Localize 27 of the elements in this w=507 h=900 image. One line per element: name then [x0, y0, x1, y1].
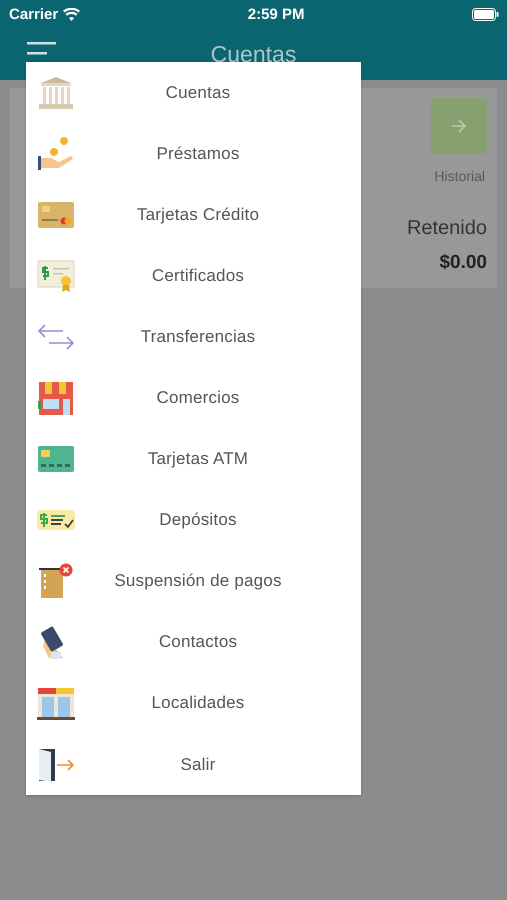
card-with-x-icon — [37, 563, 75, 600]
door-arrow-icon — [37, 746, 75, 783]
building-front-icon — [37, 685, 75, 722]
carrier-label: Carrier — [9, 6, 58, 22]
menu-item[interactable]: Suspensión de pagos — [26, 550, 361, 612]
menu-item[interactable]: Tarjetas ATM — [26, 428, 361, 490]
menu-item[interactable]: Contactos — [26, 612, 361, 673]
storefront-icon — [37, 380, 75, 416]
held-amount: $0.00 — [439, 252, 487, 274]
history-label: Historial — [434, 168, 485, 184]
menu-item[interactable]: Tarjetas Crédito — [26, 184, 361, 246]
menu-item[interactable]: Préstamos — [26, 123, 361, 184]
menu-item[interactable]: Localidades — [26, 672, 361, 734]
menu-item[interactable]: Depósitos — [26, 490, 361, 551]
menu-item[interactable]: Comercios — [26, 367, 361, 429]
wifi-icon — [63, 8, 80, 20]
menu-item[interactable]: Certificados — [26, 245, 361, 306]
held-label: Retenido — [406, 217, 487, 240]
hand-coins-icon — [37, 136, 75, 172]
status-time: 2:59 PM — [248, 6, 304, 22]
battery-icon — [472, 8, 499, 20]
certificate-icon — [37, 258, 75, 294]
bank-icon — [37, 74, 75, 111]
menu-item[interactable]: Salir — [26, 734, 361, 796]
menu-item[interactable]: Transferencias — [26, 306, 361, 368]
menu-item[interactable]: Cuentas — [26, 62, 361, 124]
arrow-icon — [451, 119, 467, 133]
